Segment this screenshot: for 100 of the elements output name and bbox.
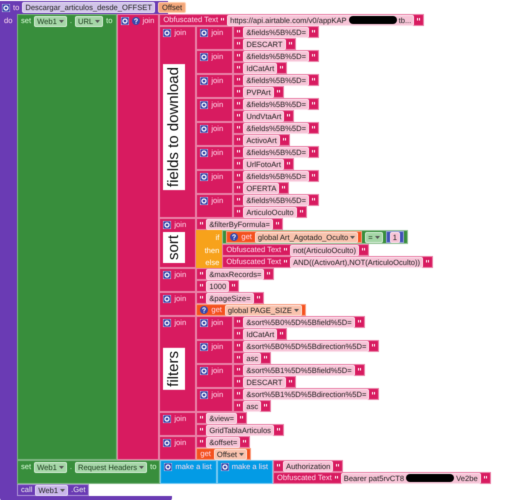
quote-mark-icon	[276, 90, 280, 94]
caret-icon	[350, 236, 356, 238]
quote-mark-icon	[282, 186, 286, 190]
section-label: fields to download	[163, 64, 186, 190]
quote-mark-icon	[286, 162, 290, 166]
section-label: filters	[163, 348, 186, 390]
quote-mark-icon	[284, 248, 288, 252]
quote-mark-icon	[267, 272, 270, 276]
quote-mark-icon	[200, 284, 204, 288]
quote-mark-icon	[237, 210, 240, 214]
gear-icon[interactable]	[200, 343, 208, 351]
quote-mark-icon	[237, 368, 240, 372]
quote-mark-icon	[237, 404, 240, 408]
redaction-bar	[348, 16, 397, 24]
gear-icon[interactable]	[163, 271, 172, 279]
quote-mark-icon	[237, 332, 240, 336]
quote-mark-icon	[312, 198, 316, 202]
quote-mark-icon	[264, 356, 268, 360]
quote-mark-icon	[287, 114, 290, 118]
quote-mark-icon	[280, 66, 284, 70]
gear-icon[interactable]	[200, 367, 208, 375]
caret-icon	[139, 466, 144, 468]
quote-mark-icon	[372, 344, 376, 348]
caret-icon	[58, 20, 64, 22]
quote-mark-icon	[237, 320, 240, 324]
quote-mark-icon	[243, 440, 246, 444]
quote-mark-icon	[237, 66, 240, 70]
quote-mark-icon	[200, 272, 204, 276]
gear-icon[interactable]	[163, 29, 172, 37]
quote-mark-icon	[237, 126, 240, 130]
gear-icon[interactable]	[200, 101, 208, 109]
gear-icon[interactable]	[220, 463, 229, 471]
quote-mark-icon	[312, 78, 316, 82]
quote-mark-icon	[237, 198, 240, 202]
gear-icon[interactable]	[200, 197, 208, 205]
quote-mark-icon	[256, 296, 260, 300]
gear-icon[interactable]	[200, 125, 208, 133]
caret-icon	[374, 236, 380, 238]
quote-mark-icon	[276, 222, 279, 226]
quote-mark-icon	[232, 284, 236, 288]
gear-icon[interactable]	[164, 463, 172, 471]
caret-icon	[294, 308, 299, 312]
quote-mark-icon	[372, 392, 376, 396]
gear-icon[interactable]	[163, 319, 172, 327]
quote-mark-icon	[300, 210, 303, 214]
gear-icon[interactable]	[163, 439, 172, 447]
quote-mark-icon	[276, 428, 280, 432]
caret-icon	[239, 452, 244, 456]
gear-icon[interactable]	[200, 319, 208, 327]
gear-icon[interactable]	[120, 17, 129, 25]
redaction-bar	[406, 474, 454, 482]
quote-mark-icon	[200, 222, 204, 226]
quote-mark-icon	[312, 174, 316, 178]
gear-icon[interactable]	[200, 149, 208, 157]
gear-icon[interactable]	[200, 77, 208, 85]
quote-mark-icon	[312, 150, 316, 154]
quote-mark-icon	[200, 296, 204, 300]
quote-mark-icon	[312, 54, 316, 58]
quote-mark-icon	[358, 320, 361, 324]
quote-mark-icon	[237, 102, 240, 106]
quote-mark-icon	[484, 476, 487, 480]
caret-icon	[58, 466, 64, 468]
quote-mark-icon	[277, 464, 280, 468]
quote-mark-icon	[237, 150, 240, 154]
gear-icon[interactable]	[200, 391, 208, 399]
quote-mark-icon	[312, 30, 316, 34]
quote-mark-icon	[200, 416, 204, 420]
section-label: sort	[163, 232, 186, 264]
gear-icon[interactable]	[163, 221, 172, 229]
quote-mark-icon	[237, 114, 240, 118]
quote-mark-icon	[280, 332, 284, 336]
quote-mark-icon	[237, 392, 240, 396]
quote-mark-icon	[237, 174, 240, 178]
quote-mark-icon	[288, 380, 292, 384]
caret-icon	[95, 20, 100, 22]
quote-mark-icon	[237, 356, 240, 360]
quote-mark-icon	[417, 18, 420, 22]
quote-mark-icon	[237, 380, 240, 384]
quote-mark-icon	[312, 126, 316, 130]
quote-mark-icon	[264, 404, 268, 408]
quote-mark-icon	[426, 260, 430, 264]
quote-mark-icon	[288, 42, 292, 46]
quote-mark-icon	[237, 90, 240, 94]
quote-mark-icon	[334, 476, 338, 480]
gear-icon[interactable]	[2, 4, 10, 12]
quote-mark-icon	[237, 138, 240, 142]
gear-icon[interactable]	[163, 415, 172, 423]
quote-mark-icon	[237, 344, 240, 348]
quote-mark-icon	[358, 368, 361, 372]
gear-icon[interactable]	[200, 173, 208, 181]
gear-icon[interactable]	[200, 29, 208, 37]
quote-mark-icon	[200, 428, 204, 432]
gear-icon[interactable]	[163, 295, 172, 303]
quote-mark-icon	[237, 54, 240, 58]
quote-mark-icon	[237, 42, 240, 46]
gear-icon[interactable]	[200, 53, 208, 61]
quote-mark-icon	[282, 138, 286, 142]
quote-mark-icon	[237, 162, 240, 166]
quote-mark-icon	[237, 78, 240, 82]
quote-mark-icon	[336, 464, 340, 468]
